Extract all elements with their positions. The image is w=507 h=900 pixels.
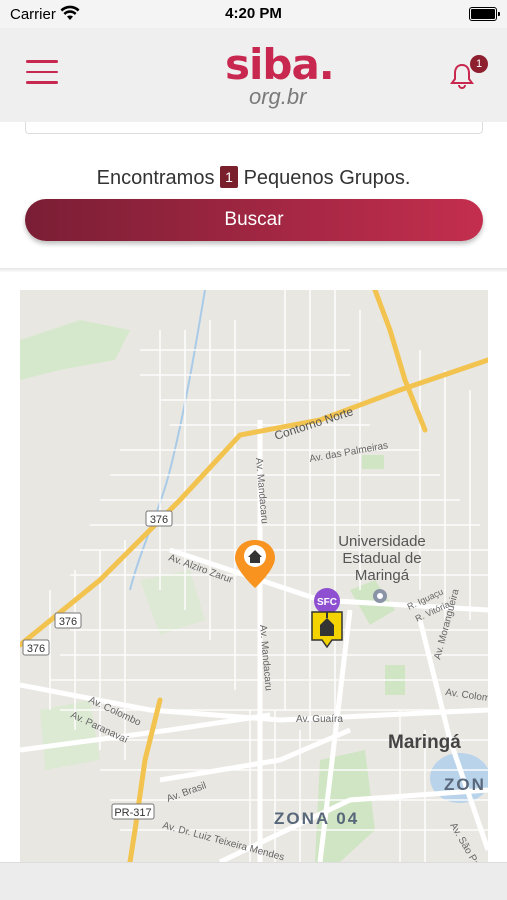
svg-text:SFC: SFC [317, 597, 337, 608]
svg-text:376: 376 [27, 643, 45, 655]
app-header: siba. org.br 1 [0, 28, 507, 122]
district-label: ZONA 04 [274, 809, 359, 828]
status-bar: Carrier 4:20 PM [0, 0, 507, 28]
street-label: Av. Colombo [445, 687, 488, 706]
logo-sub-text: org.br [249, 84, 307, 109]
results-prefix: Encontramos [96, 167, 215, 189]
clock: 4:20 PM [225, 5, 282, 22]
street-grid [49, 290, 488, 862]
poi-label: Universidade [338, 533, 426, 550]
route-shield-pr317: PR-317 [111, 803, 155, 820]
siba-logo: siba. org.br [225, 40, 335, 112]
poi-label: Maringá [355, 567, 410, 584]
park-area [140, 570, 205, 635]
battery-icon [469, 7, 500, 21]
results-summary: Encontramos 1 Pequenos Grupos. [0, 166, 507, 190]
river [129, 290, 206, 591]
street-label: Av. Guaíra [296, 714, 343, 725]
church-marker-icon[interactable]: SFC [311, 588, 343, 649]
filter-field[interactable] [25, 122, 483, 134]
svg-text:PR-317: PR-317 [114, 807, 151, 819]
park-area [20, 320, 130, 380]
hamburger-menu-icon[interactable] [26, 60, 58, 86]
notification-badge: 1 [470, 55, 488, 73]
district-label: ZON [444, 775, 486, 794]
search-button[interactable]: Buscar [25, 199, 483, 241]
park-area [362, 455, 384, 469]
results-suffix: Pequenos Grupos. [243, 167, 411, 189]
route-shield-376a: 376 [145, 510, 173, 527]
bottom-bar [0, 862, 507, 900]
svg-text:376: 376 [150, 514, 168, 526]
svg-text:376: 376 [59, 616, 77, 628]
map-pin-icon [373, 589, 387, 603]
logo-main-text: siba. [225, 40, 335, 89]
city-label: Maringá [388, 732, 461, 753]
street-label: Av. Mandacaru [253, 457, 270, 524]
results-count-badge: 1 [220, 166, 239, 188]
section-divider [0, 268, 507, 272]
map-view[interactable]: 376 376 376 PR-317 Contorno Norte Av. da… [20, 290, 488, 862]
map-canvas[interactable]: 376 376 376 PR-317 Contorno Norte Av. da… [20, 290, 488, 862]
route-shield-376c: 376 [22, 639, 50, 656]
street-label: Av. Brasil [165, 780, 208, 804]
search-area: Encontramos 1 Pequenos Grupos. Buscar [0, 122, 507, 270]
route-shield-376b: 376 [54, 612, 82, 629]
major-roads [20, 420, 488, 862]
poi-label: Estadual de [342, 550, 421, 567]
